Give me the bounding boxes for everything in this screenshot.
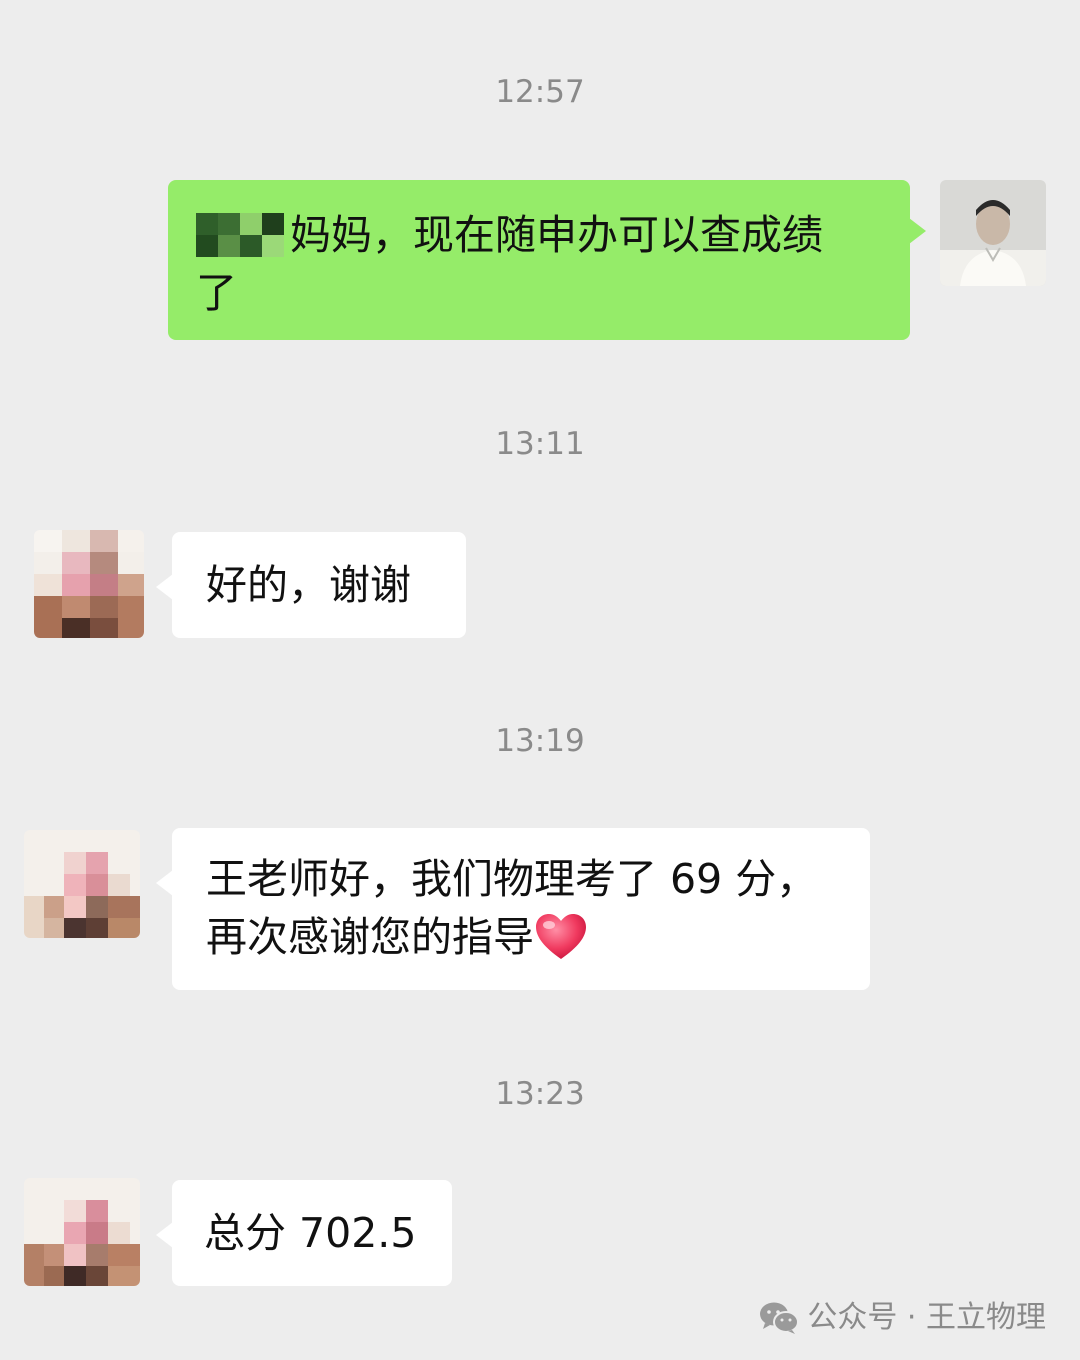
incoming-message-bubble[interactable]: 总分 702.5	[156, 1180, 452, 1286]
mosaic-avatar-icon	[24, 830, 140, 938]
watermark-text: 公众号 · 王立物理	[807, 1300, 1046, 1335]
incoming-message-bubble[interactable]: 好的，谢谢	[156, 532, 466, 638]
wechat-icon	[760, 1302, 800, 1334]
message-line: 王老师好，我们物理考了 69 分，	[206, 855, 818, 903]
parent-avatar[interactable]	[24, 1178, 140, 1286]
mosaic-avatar-icon	[24, 1178, 140, 1286]
heart-emoji-icon	[536, 914, 586, 959]
person-photo-icon	[940, 180, 1046, 286]
timestamp: 13:23	[495, 1076, 585, 1112]
message-text: 妈妈，现在随申办可以查成绩 了	[196, 206, 880, 322]
message-line: 妈妈，现在随申办可以查成绩	[290, 211, 823, 259]
message-text: 好的，谢谢	[206, 561, 411, 609]
incoming-message-bubble[interactable]: 王老师好，我们物理考了 69 分， 再次感谢您的指导	[156, 828, 870, 990]
message-text: 总分 702.5	[204, 1209, 417, 1257]
message-line: 再次感谢您的指导	[206, 913, 534, 961]
parent-avatar[interactable]	[24, 830, 140, 938]
parent-avatar[interactable]	[34, 530, 144, 638]
message-line: 了	[196, 269, 237, 317]
redacted-name-mosaic	[196, 213, 284, 257]
watermark: 公众号 · 王立物理	[759, 1296, 1046, 1340]
mosaic-avatar-icon	[34, 530, 144, 638]
timestamp: 13:11	[495, 426, 585, 462]
timestamp: 12:57	[495, 74, 585, 110]
message-text: 王老师好，我们物理考了 69 分， 再次感谢您的指导	[206, 850, 870, 966]
timestamp: 13:19	[495, 723, 585, 759]
outgoing-message-bubble[interactable]: 妈妈，现在随申办可以查成绩 了	[168, 180, 926, 340]
teacher-avatar[interactable]	[940, 180, 1046, 286]
